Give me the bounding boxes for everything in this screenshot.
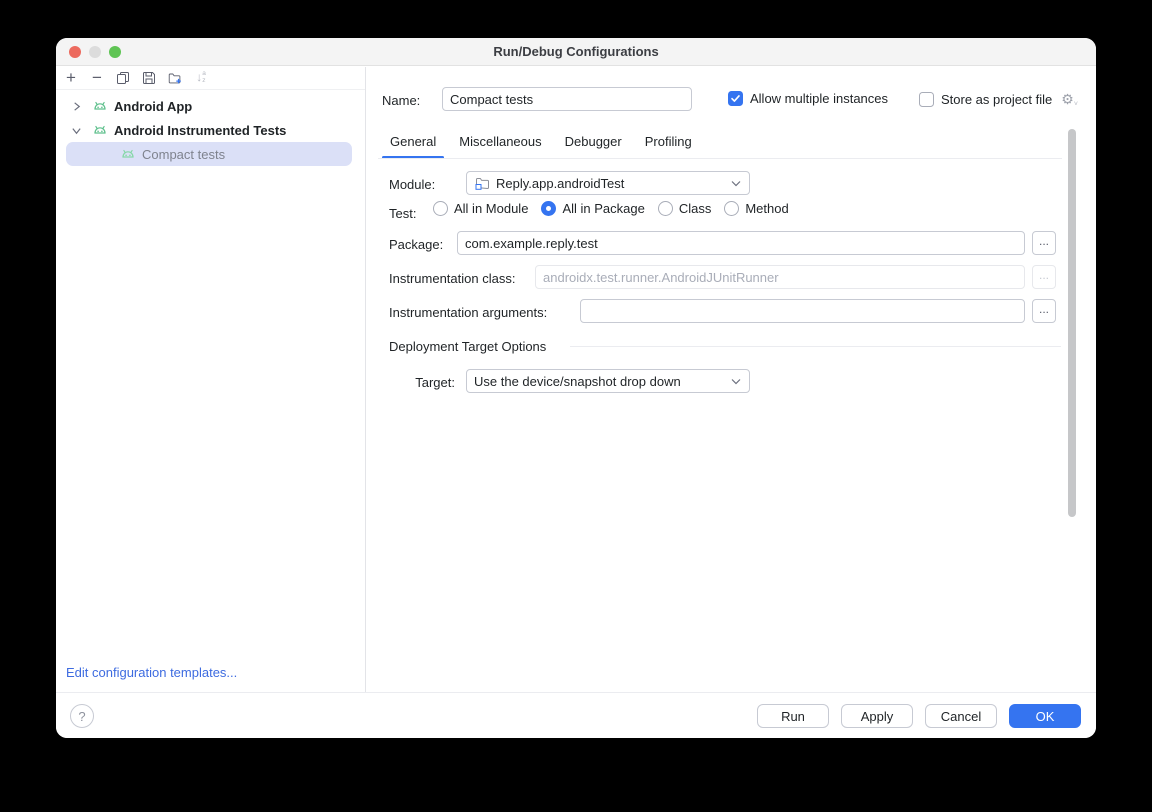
copy-configuration-icon[interactable] [115, 70, 131, 86]
chevron-down-icon [731, 378, 741, 385]
tree-item-label: Android App [114, 99, 192, 114]
tab-profiling[interactable]: Profiling [645, 129, 692, 159]
titlebar: Run/Debug Configurations [56, 38, 1096, 66]
radio-all-in-module[interactable]: All in Module [433, 201, 528, 216]
new-folder-icon[interactable] [167, 70, 183, 86]
checkbox-checked-icon[interactable] [728, 91, 743, 106]
section-divider [570, 346, 1061, 347]
radio-label: Class [679, 201, 712, 216]
window-controls [69, 46, 121, 58]
instrumentation-class-label: Instrumentation class: [389, 271, 515, 286]
instrumentation-arguments-input[interactable] [580, 299, 1025, 323]
gear-icon[interactable]: ⚙˅ [1061, 91, 1078, 108]
test-radio-group: All in Module All in Package Class Metho… [433, 201, 789, 216]
module-select[interactable]: Reply.app.androidTest [466, 171, 750, 195]
radio-class[interactable]: Class [658, 201, 712, 216]
tree-item-label: Android Instrumented Tests [114, 123, 286, 138]
radio-selected-icon[interactable] [541, 201, 556, 216]
run-button[interactable]: Run [757, 704, 829, 728]
android-icon [120, 146, 136, 162]
android-icon [92, 122, 108, 138]
run-debug-configurations-dialog: Run/Debug Configurations + − ↓az [56, 38, 1096, 738]
configuration-editor: Name: Allow multiple instances Store as … [367, 67, 1096, 691]
checkbox-unchecked-icon[interactable] [919, 92, 934, 107]
remove-configuration-icon[interactable]: − [89, 70, 105, 86]
configurations-tree: Android App Android Instrumented Tests [56, 94, 365, 166]
radio-label: Method [745, 201, 788, 216]
name-input[interactable] [442, 87, 692, 111]
package-input[interactable] [457, 231, 1025, 255]
radio-label: All in Package [562, 201, 644, 216]
chevron-down-icon[interactable] [70, 124, 82, 136]
dialog-title: Run/Debug Configurations [493, 44, 658, 59]
target-value: Use the device/snapshot drop down [474, 374, 681, 389]
screen-background: Run/Debug Configurations + − ↓az [0, 0, 1152, 812]
browse-instrumentation-arguments-button[interactable]: ... [1032, 299, 1056, 323]
target-select[interactable]: Use the device/snapshot drop down [466, 369, 750, 393]
test-label: Test: [389, 206, 416, 221]
sidebar-toolbar: + − ↓az [56, 67, 365, 90]
store-as-project-file-checkbox[interactable]: Store as project file ⚙˅ [919, 91, 1078, 108]
cancel-button[interactable]: Cancel [925, 704, 997, 728]
sort-configurations-icon[interactable]: ↓az [193, 70, 209, 86]
tree-item-android-instrumented-tests[interactable]: Android Instrumented Tests [56, 118, 365, 142]
configurations-sidebar: + − ↓az [56, 67, 366, 692]
allow-multiple-instances-checkbox[interactable]: Allow multiple instances [728, 91, 888, 106]
package-label: Package: [389, 237, 443, 252]
instrumentation-class-input [535, 265, 1025, 289]
dialog-footer: ? Run Apply Cancel OK [56, 692, 1096, 738]
radio-unselected-icon[interactable] [433, 201, 448, 216]
android-icon [92, 98, 108, 114]
edit-configuration-templates-link[interactable]: Edit configuration templates... [66, 665, 237, 680]
tab-debugger[interactable]: Debugger [565, 129, 622, 159]
deployment-target-options-header: Deployment Target Options [389, 339, 546, 354]
allow-multiple-instances-label: Allow multiple instances [750, 91, 888, 106]
name-label: Name: [382, 93, 420, 108]
tree-item-label: Compact tests [142, 147, 225, 162]
module-label: Module: [389, 177, 435, 192]
close-window-button[interactable] [69, 46, 81, 58]
store-as-project-file-label: Store as project file [941, 92, 1052, 107]
vertical-scrollbar[interactable] [1068, 129, 1076, 517]
add-configuration-icon[interactable]: + [63, 70, 79, 86]
browse-package-button[interactable]: ... [1032, 231, 1056, 255]
instrumentation-arguments-label: Instrumentation arguments: [389, 305, 547, 320]
radio-all-in-package[interactable]: All in Package [541, 201, 644, 216]
tree-item-android-app[interactable]: Android App [56, 94, 365, 118]
tab-miscellaneous[interactable]: Miscellaneous [459, 129, 541, 159]
tab-divider [378, 158, 1062, 159]
browse-instrumentation-class-button: ... [1032, 265, 1056, 289]
radio-label: All in Module [454, 201, 528, 216]
minimize-window-button [89, 46, 101, 58]
save-configuration-icon[interactable] [141, 70, 157, 86]
module-value: Reply.app.androidTest [496, 176, 624, 191]
radio-unselected-icon[interactable] [724, 201, 739, 216]
help-button[interactable]: ? [70, 704, 94, 728]
target-label: Target: [410, 375, 455, 390]
tree-item-compact-tests[interactable]: Compact tests [66, 142, 352, 166]
chevron-right-icon[interactable] [70, 100, 82, 112]
radio-unselected-icon[interactable] [658, 201, 673, 216]
footer-buttons: Run Apply Cancel OK [757, 704, 1081, 728]
configuration-tabs: General Miscellaneous Debugger Profiling [390, 129, 692, 159]
module-icon [474, 175, 490, 191]
zoom-window-button[interactable] [109, 46, 121, 58]
ok-button[interactable]: OK [1009, 704, 1081, 728]
tab-general[interactable]: General [390, 129, 436, 159]
radio-method[interactable]: Method [724, 201, 788, 216]
chevron-down-icon [731, 180, 741, 187]
apply-button[interactable]: Apply [841, 704, 913, 728]
